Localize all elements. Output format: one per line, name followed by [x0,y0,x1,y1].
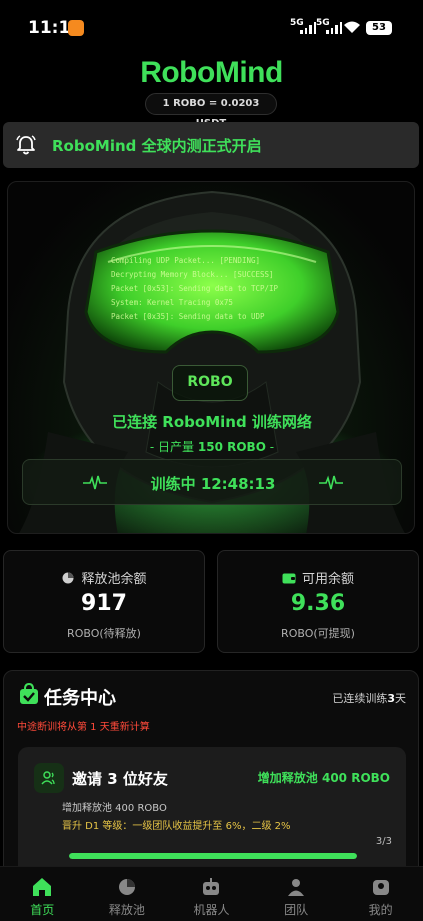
bottom-nav: 首页 释放池 机器人 团队 我的 [0,866,423,921]
bell-icon [16,135,36,155]
streak-prefix: 已连续训练 [332,692,388,705]
nav-label: 首页 [30,903,55,917]
terminal-line: Compiling UDP Packet... [PENDING] [111,256,261,265]
streak-reset-warning: 中途断训将从第 1 天重新计算 [17,722,150,733]
terminal-line: Packet [0x35]: Sending data to UDP [111,312,265,321]
release-pool-sub: ROBO(待释放) [67,627,141,640]
task-upgrade-note: 晋升 D1 等级：一级团队收益提升至 6%，二级 2% [62,821,291,832]
training-hero-panel: Compiling UDP Packet... [PENDING] Decryp… [7,181,415,534]
available-balance-card[interactable]: 可用余额 9.36 ROBO(可提现) [217,550,419,653]
pie-chart-icon [62,572,74,584]
nav-item-team[interactable]: 团队 [254,867,339,921]
pool-icon [118,879,135,895]
home-icon [33,878,52,896]
battery-icon: 53 [366,21,392,35]
announcement-bar[interactable]: RoboMind 全球内测正式开启 [3,122,419,168]
connection-status: 已连接 RoboMind 训练网络 [112,413,312,431]
signal-bars-icon-1 [300,22,316,34]
available-title: 可用余额 [301,572,354,587]
training-label: 训练中 [150,475,196,493]
streak-suffix: 天 [395,692,406,705]
terminal-line: Packet [0x53]: Sending data to TCP/IP [111,284,279,293]
nav-item-robot[interactable]: 机器人 [169,867,254,921]
app-logo: RoboMind [140,56,283,89]
task-center: 任务中心 已连续训练3天 中途断训将从第 1 天重新计算 邀请 3 位好友 增加… [3,670,419,877]
robo-token-badge[interactable]: ROBO [172,365,248,401]
exchange-rate-pill: 1 ROBO = 0.0203 USDT [145,93,277,129]
task-center-title: 任务中心 [44,688,116,709]
nav-label: 释放池 [108,903,145,917]
task-progress-fill [69,853,357,859]
task-bag-icon [20,683,38,704]
daily-output-prefix: - 日产量 [149,440,195,454]
status-bar: 11:11 5G 5G 53 [0,0,423,52]
wifi-icon [344,21,360,33]
task-card-invite[interactable]: 邀请 3 位好友 增加释放池 400 ROBO 增加释放池 400 ROBO 晋… [18,747,406,877]
app-notification-icon [68,20,84,36]
terminal-log: Compiling UDP Packet... [PENDING] Decryp… [111,254,326,324]
release-pool-value: 917 [81,591,127,616]
daily-output-value: 150 ROBO [197,440,266,454]
nav-item-home[interactable]: 首页 [0,867,85,921]
training-streak: 已连续训练3天 [332,690,406,706]
nav-label: 我的 [368,903,393,917]
wallet-icon [282,573,296,584]
profile-icon [372,880,389,895]
task-title: 邀请 3 位好友 [72,770,168,788]
nav-label: 机器人 [193,903,230,917]
signal-bars-icon-2 [326,22,342,34]
task-progress-bar [69,853,357,859]
task-progress-count: 3/3 [375,836,392,847]
release-pool-title: 释放池余额 [81,572,147,587]
announcement-text: RoboMind 全球内测正式开启 [52,137,262,155]
task-description: 增加释放池 400 ROBO [62,803,167,814]
team-icon [288,879,305,896]
available-sub: ROBO(可提现) [281,627,355,640]
nav-item-profile[interactable]: 我的 [338,867,423,921]
streak-days: 3 [387,692,395,705]
heartbeat-icon [319,475,343,490]
daily-output-suffix: - [269,440,275,454]
available-title-row: 可用余额 [218,568,418,587]
release-pool-card[interactable]: 释放池余额 917 ROBO(待释放) [3,550,205,653]
training-timer: 训练中 12:48:13 [23,473,403,494]
invite-friends-icon [34,763,64,793]
task-reward: 增加释放池 400 ROBO [257,771,390,785]
daily-output: - 日产量 150 ROBO - [8,438,414,455]
nav-label: 团队 [284,903,309,917]
terminal-line: System: Kernel Tracing 0x75 [111,298,233,307]
available-value: 9.36 [290,591,346,616]
robot-icon [203,878,220,895]
training-time: 12:48:13 [200,475,276,493]
terminal-line: Decrypting Memory Block... [SUCCESS] [111,270,274,279]
release-pool-title-row: 释放池余额 [4,568,204,587]
nav-item-release-pool[interactable]: 释放池 [85,867,170,921]
training-status-bar[interactable]: 训练中 12:48:13 [22,459,402,505]
